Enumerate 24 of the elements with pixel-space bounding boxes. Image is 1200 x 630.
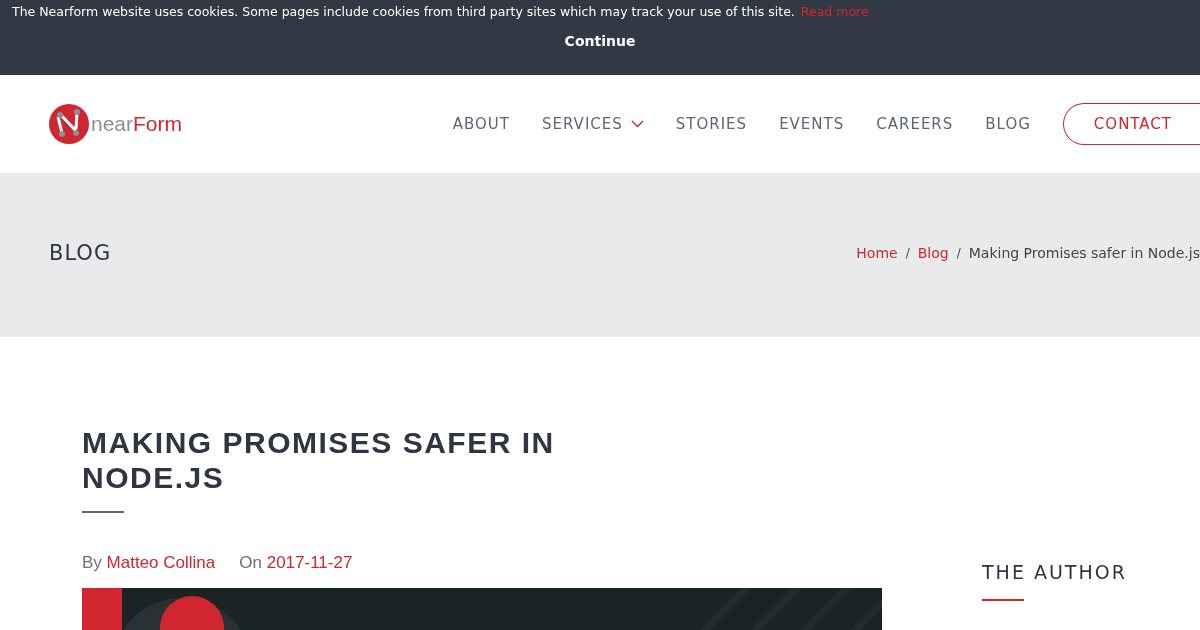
contact-button[interactable]: CONTACT: [1062, 103, 1200, 145]
by-label: By: [82, 553, 102, 572]
cookie-message: The Nearform website uses cookies. Some pages include cookies from third party sites which may track your use of this site.: [12, 4, 795, 19]
logo-wordmark: nearForm: [91, 112, 183, 136]
author-link[interactable]: Matteo Collina: [106, 553, 216, 572]
sidebar-heading: THE AUTHOR: [982, 561, 1127, 583]
nav-link[interactable]: EVENTS: [779, 115, 845, 133]
continue-button[interactable]: Continue: [560, 31, 640, 51]
breadcrumb-separator: /: [956, 246, 961, 260]
breadcrumb-link[interactable]: Blog: [917, 245, 949, 261]
breadcrumb-current: Making Promises safer in Node.js: [968, 245, 1200, 261]
nav-link[interactable]: STORIES: [675, 115, 748, 133]
logo-icon: [48, 103, 90, 145]
chevron-down-icon: [630, 120, 644, 128]
on-label: On: [239, 553, 262, 572]
nav-link[interactable]: BLOG: [985, 115, 1031, 133]
nav-link[interactable]: SERVICES: [542, 115, 644, 133]
page-title: BLOG: [49, 241, 112, 265]
nav-link[interactable]: ABOUT: [452, 115, 510, 133]
date-link[interactable]: 2017-11-27: [266, 553, 353, 572]
breadcrumb-separator: /: [905, 246, 910, 260]
breadcrumb-link[interactable]: Home: [856, 245, 898, 261]
article-title: MAKING PROMISES SAFER IN NODE.JS: [82, 425, 556, 495]
nav-link[interactable]: CAREERS: [876, 115, 954, 133]
